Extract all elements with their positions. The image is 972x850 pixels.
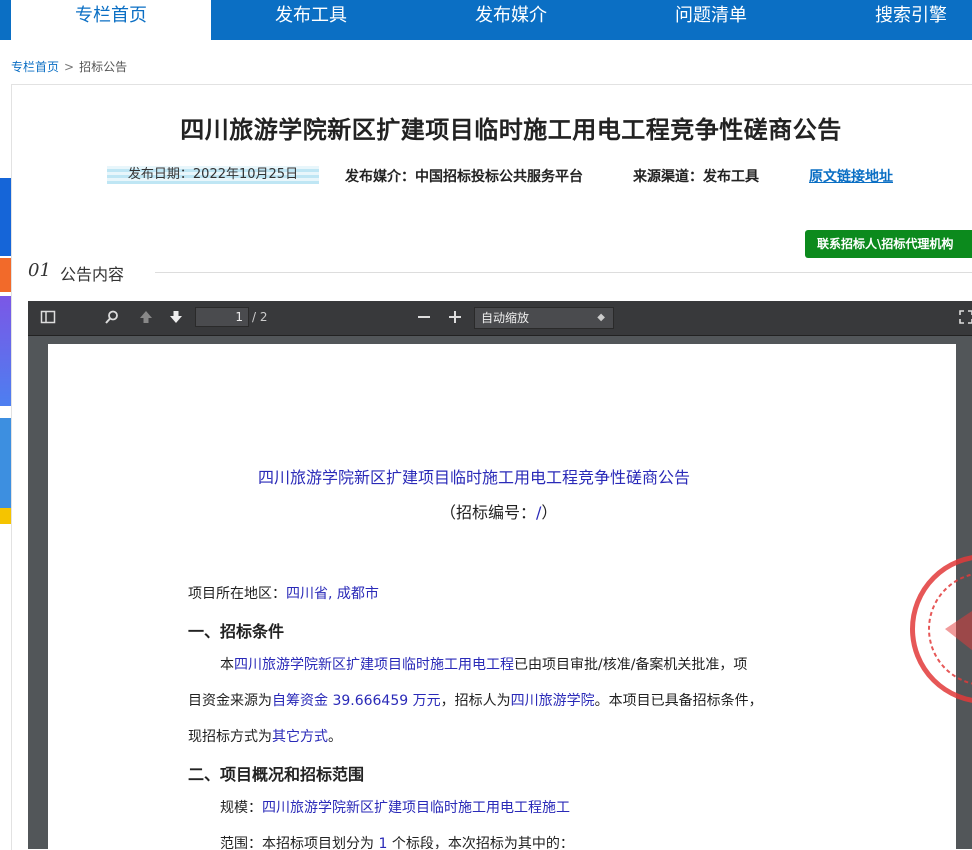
fullscreen-icon[interactable] [958,309,972,329]
doc-project-name: 四川旅游学院新区扩建项目临时施工用电工程 [234,657,514,673]
tab-search-engine[interactable]: 搜索引擎 [811,0,972,40]
doc-text: 。本项目已具备招标条件， [594,693,763,709]
previous-page-icon[interactable] [138,309,154,329]
official-seal-icon [910,554,972,704]
doc-tender-code: （招标编号：/） [440,499,557,523]
pdf-page: 四川旅游学院新区扩建项目临时施工用电工程竞争性磋商公告 （招标编号：/） 项目所… [48,344,972,849]
doc-para-line-3: 现招标方式为其它方式。 [188,726,342,746]
doc-heading-2: 二、项目概况和招标范围 [188,765,365,784]
doc-text: 目资金来源为 [188,693,272,709]
section-title: 公告内容 [60,265,125,284]
doc-text: 个标段，本次招标为其中的： [387,836,574,849]
doc-code-suffix: ） [541,503,558,522]
chevron-down-icon: ◆ [597,312,605,323]
contact-tenderer-button[interactable]: 联系招标人\招标代理机构 [805,230,972,258]
doc-funding: 自筹资金 39.666459 万元 [272,693,441,709]
doc-region-value: 四川省, 成都市 [286,586,379,602]
doc-text: 。 [328,729,342,745]
publish-date: 发布日期：2022年10月25日 [107,166,319,184]
tab-column-home[interactable]: 专栏首页 [11,0,211,40]
doc-tenderer: 四川旅游学院 [510,693,595,709]
top-nav: 专栏首页 发布工具 发布媒介 问题清单 搜索引擎 [0,0,972,40]
float-widget-5[interactable] [0,508,11,524]
doc-region-label: 项目所在地区： [188,586,286,602]
breadcrumb-current: 招标公告 [79,60,128,74]
pdf-viewer: 1 / 2 自动缩放 ◆ 四川旅游学院新区扩建项目临时施工用电工程竞争性磋商公告… [28,301,972,849]
tab-question-list[interactable]: 问题清单 [611,0,811,40]
pdf-toolbar: 1 / 2 自动缩放 ◆ [28,301,972,336]
section-number: 01 [28,260,51,281]
page-number-input[interactable]: 1 [195,307,249,327]
doc-tender-method: 其它方式 [272,729,328,745]
float-widget-2[interactable] [0,258,11,292]
left-float-widgets [0,178,11,530]
doc-scale-value: 四川旅游学院新区扩建项目临时施工用电工程施工 [262,800,570,816]
zoom-in-icon[interactable] [448,309,462,329]
sidebar-toggle-icon[interactable] [40,309,56,329]
float-widget-4[interactable] [0,418,11,508]
doc-text: 已由项目审批/核准/备案机关批准，项 [514,657,748,673]
doc-title: 四川旅游学院新区扩建项目临时施工用电工程竞争性磋商公告 [258,468,691,487]
doc-text: 现招标方式为 [188,729,272,745]
float-widget-3[interactable] [0,296,11,406]
doc-text: 本 [220,657,234,673]
page-title: 四川旅游学院新区扩建项目临时施工用电工程竞争性磋商公告 [180,116,842,144]
breadcrumb-home-link[interactable]: 专栏首页 [11,60,59,74]
doc-text: 范围：本招标项目划分为 [220,836,379,849]
doc-text: ，招标人为 [440,693,511,709]
doc-para-line-1: 本四川旅游学院新区扩建项目临时施工用电工程已由项目审批/核准/备案机关批准，项 [220,654,747,674]
zoom-select[interactable]: 自动缩放 ◆ [474,307,614,329]
doc-heading-1: 一、招标条件 [188,622,285,641]
doc-scale-label: 规模： [220,800,262,816]
breadcrumb: 专栏首页 > 招标公告 [11,58,127,75]
section-divider [155,272,972,273]
source-channel: 来源渠道：发布工具 [633,169,759,185]
doc-region: 项目所在地区：四川省, 成都市 [188,583,379,603]
zoom-select-value: 自动缩放 [481,311,530,325]
tab-publish-media[interactable]: 发布媒介 [411,0,611,40]
breadcrumb-separator-icon: > [64,60,75,74]
publish-media: 发布媒介：中国招标投标公共服务平台 [345,169,583,185]
original-link[interactable]: 原文链接地址 [809,166,893,186]
doc-scale: 规模：四川旅游学院新区扩建项目临时施工用电工程施工 [220,797,570,817]
tab-publish-tool[interactable]: 发布工具 [211,0,411,40]
next-page-icon[interactable] [168,309,184,329]
float-widget-1[interactable] [0,178,11,256]
doc-scope: 范围：本招标项目划分为 1 个标段，本次招标为其中的： [220,833,574,849]
doc-para-line-2: 目资金来源为自筹资金 39.666459 万元，招标人为四川旅游学院。本项目已具… [188,690,763,710]
search-icon[interactable] [104,309,120,329]
page-count: / 2 [252,310,268,324]
zoom-out-icon[interactable] [417,309,431,329]
doc-code-prefix: （招标编号： [440,503,537,522]
